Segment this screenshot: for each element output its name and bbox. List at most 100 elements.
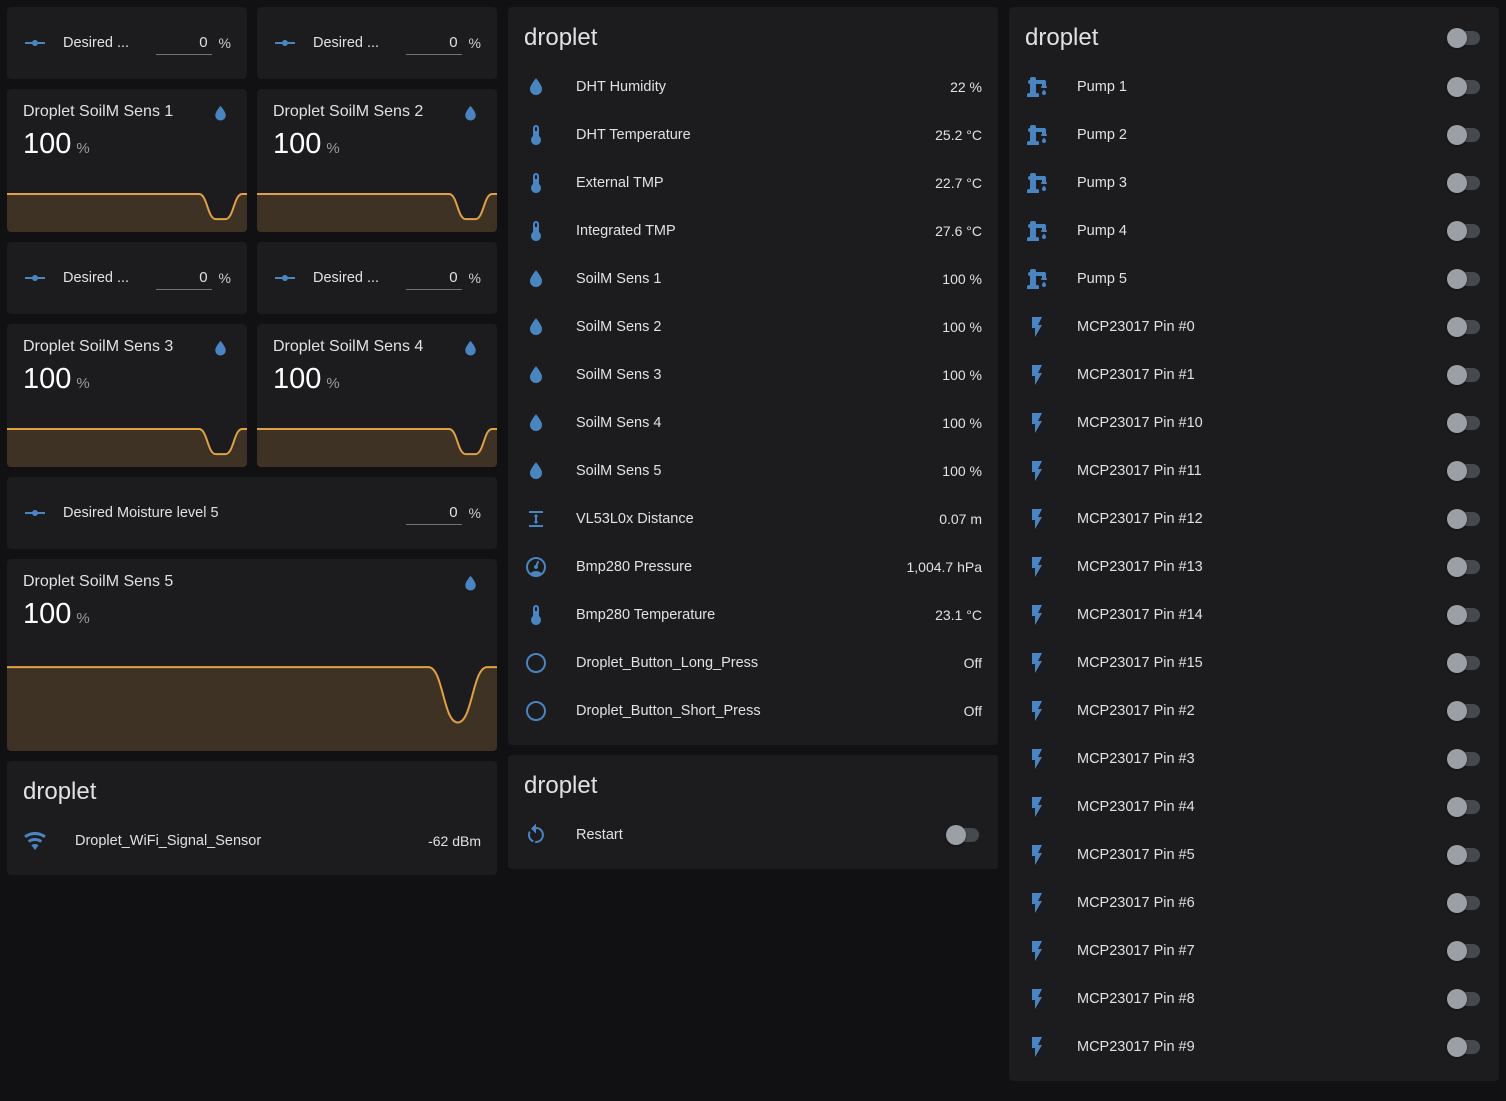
switch-row[interactable]: MCP23017 Pin #13 — [1025, 543, 1483, 591]
entity-name: External TMP — [576, 175, 925, 191]
desired-value-input[interactable]: 0 — [406, 266, 462, 290]
switch-row[interactable]: Pump 5 — [1025, 255, 1483, 303]
switch-row[interactable]: Pump 1 — [1025, 63, 1483, 111]
desired-value-input[interactable]: 0 — [406, 501, 462, 525]
water-icon — [524, 315, 548, 339]
entity-row[interactable]: SoilM Sens 4 100 % — [524, 399, 982, 447]
right-column: droplet Pump 1 — [1009, 7, 1499, 1081]
entity-name: MCP23017 Pin #2 — [1077, 703, 1447, 719]
entity-row[interactable]: DHT Humidity 22 % — [524, 63, 982, 111]
switch-row[interactable]: MCP23017 Pin #11 — [1025, 447, 1483, 495]
entity-row[interactable]: Integrated TMP 27.6 °C — [524, 207, 982, 255]
toggle-knob — [946, 825, 966, 845]
sensor-graph-card-4[interactable]: Droplet SoilM Sens 4 100 % — [257, 324, 497, 467]
entity-state: 100 % — [942, 271, 982, 287]
toggle-switch[interactable] — [1447, 77, 1483, 97]
toggle-switch[interactable] — [1447, 461, 1483, 481]
entity-name: MCP23017 Pin #14 — [1077, 607, 1447, 623]
desired-value-input[interactable]: 0 — [406, 31, 462, 55]
sensor-value: 100 — [273, 128, 321, 161]
desired-moisture-card-1: Desired ... 0 % — [7, 7, 247, 79]
toggle-switch[interactable] — [1447, 605, 1483, 625]
toggle-switch[interactable] — [1447, 365, 1483, 385]
switch-row[interactable]: MCP23017 Pin #1 — [1025, 351, 1483, 399]
switch-row[interactable]: MCP23017 Pin #6 — [1025, 879, 1483, 927]
switch-row[interactable]: MCP23017 Pin #3 — [1025, 735, 1483, 783]
switch-row[interactable]: MCP23017 Pin #7 — [1025, 927, 1483, 975]
desired-value-input[interactable]: 0 — [156, 31, 212, 55]
entity-row[interactable]: Droplet_Button_Long_Press Off — [524, 639, 982, 687]
desired-unit: % — [219, 35, 231, 51]
ray-vertex-icon — [273, 266, 297, 290]
switch-row[interactable]: Pump 2 — [1025, 111, 1483, 159]
switch-row[interactable]: Pump 3 — [1025, 159, 1483, 207]
entity-row[interactable]: Bmp280 Temperature 23.1 °C — [524, 591, 982, 639]
sensor-graph-card-5[interactable]: Droplet SoilM Sens 5 100 % — [7, 559, 497, 751]
toggle-switch[interactable] — [1447, 941, 1483, 961]
toggle-switch[interactable] — [1447, 317, 1483, 337]
toggle-switch[interactable] — [1447, 221, 1483, 241]
toggle-switch[interactable] — [1447, 173, 1483, 193]
entity-row[interactable]: SoilM Sens 5 100 % — [524, 447, 982, 495]
switch-row[interactable]: MCP23017 Pin #12 — [1025, 495, 1483, 543]
switch-row[interactable]: Pump 4 — [1025, 207, 1483, 255]
toggle-switch[interactable] — [1447, 509, 1483, 529]
toggle-switch[interactable] — [1447, 125, 1483, 145]
sensor-history-graph — [7, 424, 247, 467]
switch-row[interactable]: MCP23017 Pin #0 — [1025, 303, 1483, 351]
toggle-switch[interactable] — [1447, 797, 1483, 817]
switch-row[interactable]: MCP23017 Pin #5 — [1025, 831, 1483, 879]
restart-toggle-switch[interactable] — [946, 825, 982, 845]
desired-value-input[interactable]: 0 — [156, 266, 212, 290]
entity-row[interactable]: DHT Temperature 25.2 °C — [524, 111, 982, 159]
switch-row[interactable]: MCP23017 Pin #8 — [1025, 975, 1483, 1023]
entity-name: Bmp280 Pressure — [576, 559, 896, 575]
toggle-switch[interactable] — [1447, 1037, 1483, 1057]
ray-vertex-icon — [23, 266, 47, 290]
entity-name: MCP23017 Pin #15 — [1077, 655, 1447, 671]
desired-moisture-card-4: Desired ... 0 % — [257, 242, 497, 314]
entity-row[interactable]: Restart — [524, 811, 982, 859]
toggle-switch[interactable] — [1447, 413, 1483, 433]
entity-row[interactable]: External TMP 22.7 °C — [524, 159, 982, 207]
entity-row[interactable]: Droplet_WiFi_Signal_Sensor -62 dBm — [23, 817, 481, 865]
toggle-switch[interactable] — [1447, 653, 1483, 673]
entity-row[interactable]: Bmp280 Pressure 1,004.7 hPa — [524, 543, 982, 591]
switch-row[interactable]: MCP23017 Pin #9 — [1025, 1023, 1483, 1071]
toggle-switch[interactable] — [1447, 893, 1483, 913]
switch-row[interactable]: MCP23017 Pin #15 — [1025, 639, 1483, 687]
sensor-graph-card-2[interactable]: Droplet SoilM Sens 2 100 % — [257, 89, 497, 232]
toggle-switch[interactable] — [1447, 749, 1483, 769]
left-column: Desired ... 0 % Desired ... 0 % Droplet … — [7, 7, 497, 875]
entity-row[interactable]: VL53L0x Distance 0.07 m — [524, 495, 982, 543]
desired-label: Desired ... — [313, 270, 398, 286]
sensor-graph-card-1[interactable]: Droplet SoilM Sens 1 100 % — [7, 89, 247, 232]
toggle-switch[interactable] — [1447, 557, 1483, 577]
entity-row[interactable]: Droplet_Button_Short_Press Off — [524, 687, 982, 735]
toggle-switch[interactable] — [1447, 989, 1483, 1009]
flash-icon — [1025, 1035, 1049, 1059]
desired-label: Desired ... — [63, 35, 148, 51]
switch-row[interactable]: MCP23017 Pin #10 — [1025, 399, 1483, 447]
toggle-switch[interactable] — [1447, 701, 1483, 721]
entity-row[interactable]: SoilM Sens 3 100 % — [524, 351, 982, 399]
switch-row[interactable]: MCP23017 Pin #4 — [1025, 783, 1483, 831]
flash-icon — [1025, 315, 1049, 339]
sensor-graph-card-3[interactable]: Droplet SoilM Sens 3 100 % — [7, 324, 247, 467]
switch-row[interactable]: MCP23017 Pin #2 — [1025, 687, 1483, 735]
toggle-knob — [1447, 125, 1467, 145]
entity-row[interactable]: SoilM Sens 1 100 % — [524, 255, 982, 303]
toggle-knob — [1447, 509, 1467, 529]
entity-name: DHT Temperature — [576, 127, 925, 143]
toggle-switch[interactable] — [1447, 269, 1483, 289]
water-icon — [210, 103, 231, 124]
entity-state: Off — [964, 703, 982, 719]
water-icon — [460, 338, 481, 359]
water-pump-icon — [1025, 171, 1049, 195]
entity-state: 1,004.7 hPa — [906, 559, 982, 575]
toggle-knob — [1447, 557, 1467, 577]
toggle-switch[interactable] — [1447, 845, 1483, 865]
entity-row[interactable]: SoilM Sens 2 100 % — [524, 303, 982, 351]
switch-row[interactable]: MCP23017 Pin #14 — [1025, 591, 1483, 639]
toggle-all-switch[interactable] — [1447, 28, 1483, 48]
